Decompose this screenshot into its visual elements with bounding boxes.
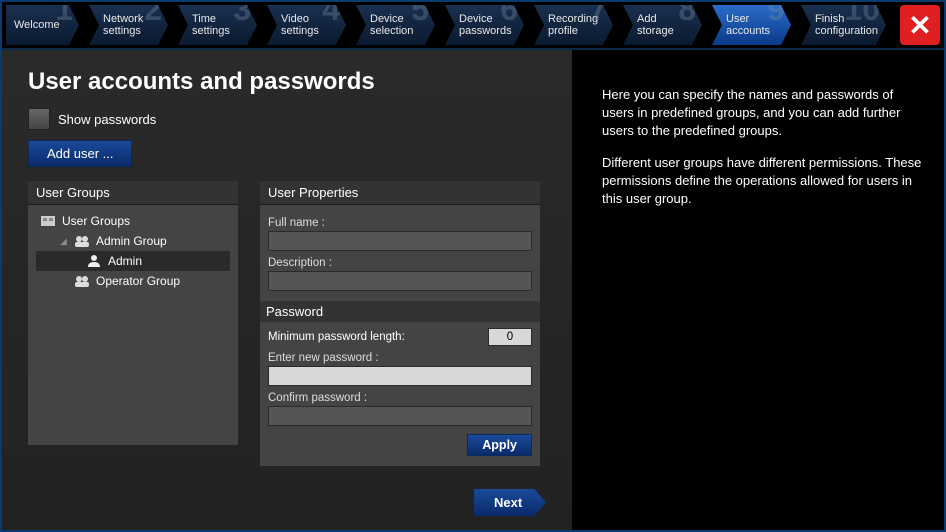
show-passwords-label: Show passwords bbox=[58, 112, 156, 127]
add-user-button[interactable]: Add user ... bbox=[28, 140, 132, 167]
tree-admin-group[interactable]: ◢ Admin Group bbox=[36, 231, 230, 251]
user-properties-header: User Properties bbox=[260, 181, 540, 205]
close-icon: ✕ bbox=[908, 9, 931, 42]
enter-password-input[interactable] bbox=[268, 366, 532, 386]
description-input[interactable] bbox=[268, 271, 532, 291]
user-groups-header: User Groups bbox=[28, 181, 238, 205]
user-groups-tree: User Groups ◢ Admin Group bbox=[36, 211, 230, 291]
tree-admin-user[interactable]: Admin bbox=[36, 251, 230, 271]
close-button[interactable]: ✕ bbox=[900, 5, 940, 45]
help-paragraph-2: Different user groups have different per… bbox=[602, 154, 922, 208]
next-button[interactable]: Next bbox=[474, 489, 546, 516]
wizard-step-1[interactable]: 1Welcome bbox=[6, 5, 79, 45]
confirm-password-input[interactable] bbox=[268, 406, 532, 426]
full-name-input[interactable] bbox=[268, 231, 532, 251]
wizard-step-2[interactable]: 2Networksettings bbox=[89, 5, 168, 45]
wizard-step-7[interactable]: 7Recordingprofile bbox=[534, 5, 613, 45]
users-group-icon bbox=[74, 274, 90, 288]
caret-down-icon: ◢ bbox=[60, 236, 68, 247]
help-panel: Here you can specify the names and passw… bbox=[572, 50, 944, 530]
tree-root[interactable]: User Groups bbox=[36, 211, 230, 231]
full-name-label: Full name : bbox=[268, 217, 532, 229]
apply-button[interactable]: Apply bbox=[467, 434, 532, 456]
left-panel: User accounts and passwords Show passwor… bbox=[2, 50, 572, 530]
confirm-password-label: Confirm password : bbox=[268, 392, 532, 404]
wizard-step-4[interactable]: 4Videosettings bbox=[267, 5, 346, 45]
users-group-icon bbox=[74, 234, 90, 248]
min-password-length-label: Minimum password length: bbox=[268, 331, 405, 343]
tree-operator-group[interactable]: Operator Group bbox=[36, 271, 230, 291]
wizard-step-10[interactable]: 10Finishconfiguration bbox=[801, 5, 886, 45]
help-paragraph-1: Here you can specify the names and passw… bbox=[602, 86, 922, 140]
page-title: User accounts and passwords bbox=[28, 68, 558, 96]
password-section-header: Password bbox=[260, 301, 540, 322]
show-passwords-checkbox[interactable] bbox=[28, 108, 50, 130]
wizard-step-9[interactable]: 9Useraccounts bbox=[712, 5, 791, 45]
min-password-length-value: 0 bbox=[488, 328, 532, 346]
user-groups-root-icon bbox=[40, 214, 56, 228]
wizard-step-5[interactable]: 5Deviceselection bbox=[356, 5, 435, 45]
show-passwords-row: Show passwords bbox=[28, 108, 558, 130]
wizard-steps-bar: 1Welcome 2Networksettings 3Timesettings … bbox=[2, 2, 944, 50]
wizard-step-8[interactable]: 8Addstorage bbox=[623, 5, 702, 45]
wizard-step-6[interactable]: 6Devicepasswords bbox=[445, 5, 524, 45]
enter-password-label: Enter new password : bbox=[268, 352, 532, 364]
wizard-step-3[interactable]: 3Timesettings bbox=[178, 5, 257, 45]
user-properties-panel: User Properties Full name : Description … bbox=[260, 181, 540, 466]
user-icon bbox=[86, 254, 102, 268]
user-groups-panel: User Groups User Groups ◢ bbox=[28, 181, 238, 466]
description-label: Description : bbox=[268, 257, 532, 269]
